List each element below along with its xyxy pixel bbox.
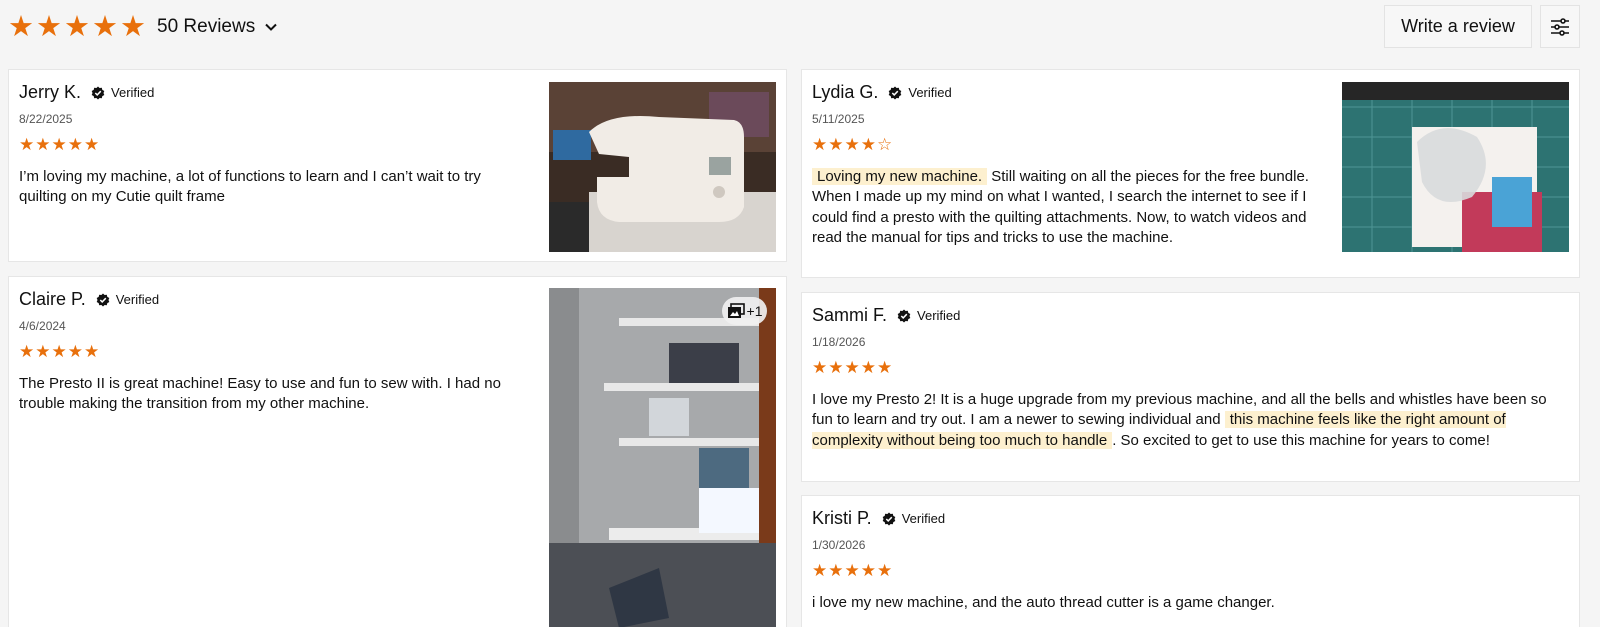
reviewer-name: Kristi P. bbox=[812, 508, 872, 528]
review-highlight: Loving my new machine. bbox=[812, 168, 988, 185]
star-icon: ★ bbox=[84, 342, 100, 361]
review-date: 4/6/2024 bbox=[19, 319, 66, 333]
review-date: 1/18/2026 bbox=[812, 335, 866, 349]
review-card: Sammi F. Verified 1/18/2026 ★ ★ ★ ★ ★ I … bbox=[801, 292, 1580, 482]
star-icon-empty: ☆ bbox=[877, 135, 893, 154]
star-icon: ★ bbox=[36, 11, 62, 43]
chevron-down-icon[interactable] bbox=[264, 20, 278, 34]
star-icon: ★ bbox=[860, 358, 876, 377]
review-text: I love my Presto 2! It is a huge upgrade… bbox=[812, 390, 1560, 451]
star-icon: ★ bbox=[812, 561, 828, 580]
review-count[interactable]: 50 Reviews bbox=[157, 16, 255, 38]
review-photo[interactable] bbox=[549, 82, 776, 252]
review-photo[interactable] bbox=[1342, 82, 1569, 252]
star-icon: ★ bbox=[35, 342, 51, 361]
review-text: The Presto II is great machine! Easy to … bbox=[19, 375, 501, 413]
review-card: Lydia G. Verified 5/11/2025 ★ ★ ★ ★ ☆ Lo… bbox=[801, 69, 1580, 278]
star-icon: ★ bbox=[19, 342, 35, 361]
reviews-header: ★ ★ ★ ★ ★ 50 Reviews Write a review bbox=[0, 0, 1600, 56]
verified-check-icon bbox=[96, 293, 110, 306]
verified-label: Verified bbox=[917, 308, 961, 323]
verified-label: Verified bbox=[901, 511, 946, 526]
star-icon: ★ bbox=[51, 342, 67, 361]
star-icon: ★ bbox=[35, 135, 51, 154]
star-icon: ★ bbox=[828, 358, 844, 377]
verified-check-icon bbox=[889, 86, 902, 99]
reviewer-name: Jerry K. bbox=[19, 82, 82, 102]
write-review-button[interactable]: Write a review bbox=[1384, 5, 1532, 48]
review-text: i love my new machine, and the auto thre… bbox=[812, 594, 1275, 611]
review-text: Loving my new machine. Still waiting on … bbox=[812, 167, 1312, 248]
star-icon: ★ bbox=[51, 135, 67, 154]
verified-check-icon bbox=[91, 86, 105, 99]
star-icon: ★ bbox=[120, 11, 146, 43]
reviewer-name: Claire P. bbox=[19, 289, 86, 309]
star-icon: ★ bbox=[812, 358, 828, 377]
star-icon: ★ bbox=[844, 135, 860, 154]
review-text: I’m loving my machine, a lot of function… bbox=[19, 168, 481, 206]
star-icon: ★ bbox=[860, 561, 876, 580]
star-icon: ★ bbox=[844, 358, 860, 377]
verified-check-icon bbox=[882, 512, 895, 525]
verified-label: Verified bbox=[908, 85, 952, 100]
review-date: 1/30/2026 bbox=[812, 538, 866, 552]
star-icon: ★ bbox=[84, 135, 100, 154]
more-photos-count: +1 bbox=[746, 303, 763, 319]
sewing-machine-photo bbox=[549, 82, 776, 252]
review-date: 5/11/2025 bbox=[812, 112, 865, 126]
average-rating-stars: ★ ★ ★ ★ ★ bbox=[8, 10, 146, 44]
star-icon: ★ bbox=[828, 561, 844, 580]
star-icon: ★ bbox=[828, 135, 844, 154]
review-date: 8/22/2025 bbox=[19, 112, 73, 126]
star-icon: ★ bbox=[812, 135, 828, 154]
review-card: Jerry K. Verified 8/22/2025 ★ ★ ★ ★ ★ I’… bbox=[8, 69, 787, 262]
verified-label: Verified bbox=[111, 85, 155, 100]
filter-button[interactable] bbox=[1540, 5, 1580, 48]
star-icon: ★ bbox=[67, 342, 83, 361]
sewing-room-photo bbox=[549, 288, 776, 627]
quilting-attachments-photo bbox=[1342, 82, 1569, 252]
review-stars: ★ ★ ★ ★ ★ bbox=[19, 136, 99, 154]
verified-check-icon bbox=[897, 309, 911, 322]
review-body-end: . So excited to get to use this machine … bbox=[1112, 431, 1490, 449]
review-card: Kristi P. Verified 1/30/2026 ★ ★ ★ ★ ★ i… bbox=[801, 495, 1580, 627]
review-stars: ★ ★ ★ ★ ★ bbox=[812, 562, 892, 580]
star-icon: ★ bbox=[877, 358, 893, 377]
star-icon: ★ bbox=[67, 135, 83, 154]
review-photo[interactable]: +1 bbox=[549, 288, 776, 627]
rating-summary[interactable]: ★ ★ ★ ★ ★ 50 Reviews bbox=[8, 10, 278, 44]
star-icon: ★ bbox=[64, 11, 90, 43]
star-icon: ★ bbox=[92, 11, 118, 43]
review-stars: ★ ★ ★ ★ ★ bbox=[19, 343, 99, 361]
star-icon: ★ bbox=[860, 135, 876, 154]
review-card: Claire P. Verified 4/6/2024 ★ ★ ★ ★ ★ Th… bbox=[8, 276, 787, 627]
star-icon: ★ bbox=[844, 561, 860, 580]
reviewer-name: Lydia G. bbox=[812, 82, 879, 102]
photo-gallery-icon bbox=[727, 303, 745, 318]
more-photos-badge[interactable]: +1 bbox=[722, 297, 767, 325]
sliders-icon bbox=[1551, 17, 1569, 36]
review-stars: ★ ★ ★ ★ ★ bbox=[812, 359, 892, 377]
review-stars: ★ ★ ★ ★ ☆ bbox=[812, 136, 892, 154]
star-icon: ★ bbox=[877, 561, 893, 580]
verified-label: Verified bbox=[115, 292, 160, 307]
star-icon: ★ bbox=[8, 11, 34, 43]
star-icon: ★ bbox=[19, 135, 35, 154]
reviewer-name: Sammi F. bbox=[812, 305, 888, 325]
